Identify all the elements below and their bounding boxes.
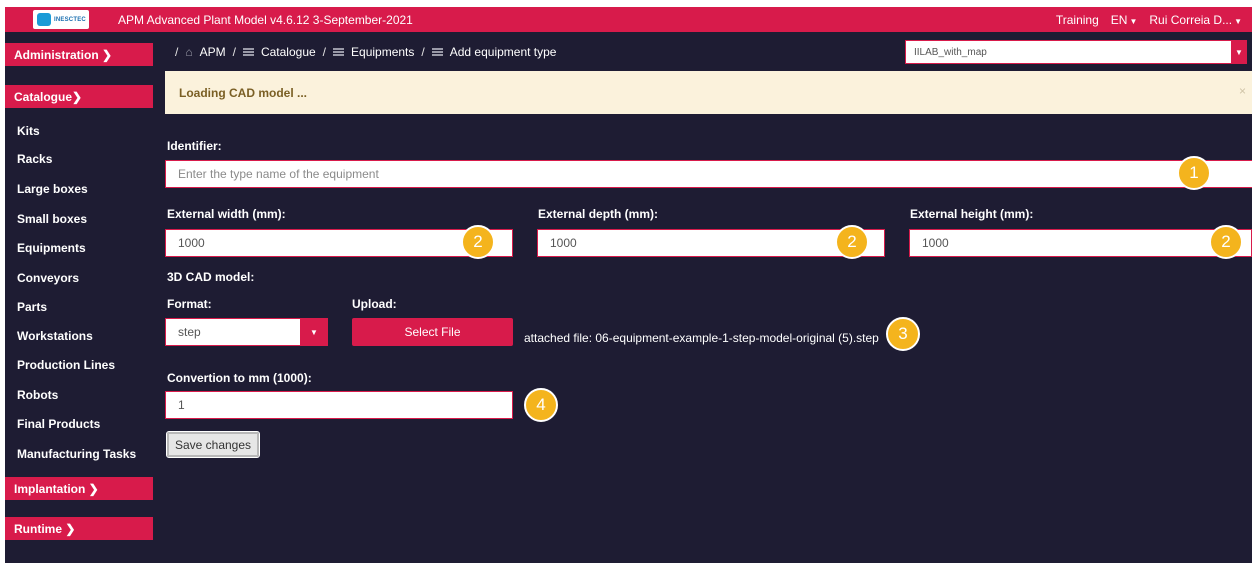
identifier-input[interactable]: Enter the type name of the equipment [165,160,1252,188]
user-name: Rui Correia D... [1149,13,1233,27]
format-label: Format: [167,297,212,311]
app-window: INESCTEC APM Advanced Plant Model v4.6.1… [5,7,1252,563]
breadcrumb-separator: / [421,45,425,59]
app-title: APM Advanced Plant Model v4.6.12 3-Septe… [118,13,413,27]
convertion-label: Convertion to mm (1000): [167,371,312,385]
sidebar-runtime[interactable]: Runtime ❯ [5,517,153,540]
sidebar-item-racks[interactable]: Racks [17,152,52,166]
annotation-badge-2-width: 2 [461,225,495,259]
list-icon [333,48,345,56]
annotation-badge-3: 3 [886,317,920,351]
depth-label: External depth (mm): [538,207,659,221]
caret-down-icon: ▼ [1129,17,1138,26]
site-select-value: IILAB_with_map [914,46,987,58]
annotation-badge-2-height: 2 [1209,225,1243,259]
user-dropdown[interactable]: Rui Correia D... ▼ [1149,13,1242,27]
width-label: External width (mm): [167,207,286,221]
close-icon[interactable]: × [1239,84,1246,98]
sidebar-item-final-products[interactable]: Final Products [17,417,100,431]
caret-down-icon: ▼ [1234,17,1242,26]
sidebar-implantation[interactable]: Implantation ❯ [5,477,153,500]
breadcrumb: / ⌂ APM / Catalogue / Equipments / Add e… [175,45,556,59]
height-label: External height (mm): [910,207,1034,221]
breadcrumb-separator: / [232,45,236,59]
list-icon [242,48,254,56]
language-dropdown[interactable]: EN ▼ [1111,13,1138,27]
identifier-label: Identifier: [167,139,222,153]
caret-down-icon[interactable]: ▼ [300,318,328,346]
top-bar: INESCTEC APM Advanced Plant Model v4.6.1… [5,7,1252,32]
list-icon [431,48,443,56]
logo-text: INESCTEC [54,16,86,23]
caret-down-icon[interactable]: ▼ [1231,40,1247,64]
attached-file-text: attached file: 06-equipment-example-1-st… [524,331,879,345]
format-select-value: step [178,325,201,339]
sidebar-item-robots[interactable]: Robots [17,388,58,402]
convertion-input[interactable]: 1 [165,391,513,419]
sidebar-item-conveyors[interactable]: Conveyors [17,271,79,285]
sidebar-item-kits[interactable]: Kits [17,124,40,138]
sidebar-item-workstations[interactable]: Workstations [17,329,93,343]
upload-label: Upload: [352,297,397,311]
format-select[interactable]: step ▼ [165,318,328,346]
home-icon: ⌂ [185,45,193,59]
cad-model-label: 3D CAD model: [167,270,255,284]
inesctec-logo[interactable]: INESCTEC [33,10,89,29]
sidebar-item-manufacturing-tasks[interactable]: Manufacturing Tasks [17,447,136,461]
language-label: EN [1110,13,1128,27]
sidebar-administration[interactable]: Administration ❯ [5,43,153,66]
select-file-button[interactable]: Select File [352,318,513,346]
breadcrumb-apm[interactable]: APM [200,45,226,59]
loading-alert: Loading CAD model ... × [165,71,1252,114]
breadcrumb-equipments[interactable]: Equipments [351,45,414,59]
topbar-right: Training EN ▼ Rui Correia D... ▼ [1056,13,1242,27]
sidebar-item-equipments[interactable]: Equipments [17,241,86,255]
annotation-badge-1: 1 [1177,156,1211,190]
depth-input[interactable]: 1000 [537,229,885,257]
sidebar-item-small-boxes[interactable]: Small boxes [17,212,87,226]
sidebar-item-parts[interactable]: Parts [17,300,47,314]
breadcrumb-current: Add equipment type [449,45,557,59]
site-select[interactable]: IILAB_with_map ▼ [905,40,1247,64]
breadcrumb-separator: / [322,45,327,59]
alert-message: Loading CAD model ... [179,85,307,100]
breadcrumb-catalogue[interactable]: Catalogue [261,45,316,59]
breadcrumb-separator: / [175,45,179,59]
save-changes-button[interactable]: Save changes [166,431,260,458]
sidebar-item-production-lines[interactable]: Production Lines [17,358,115,372]
annotation-badge-2-depth: 2 [835,225,869,259]
sidebar-catalogue[interactable]: Catalogue❯ [5,85,153,108]
annotation-badge-4: 4 [524,388,558,422]
height-input[interactable]: 1000 [909,229,1252,257]
logo-mark-icon [37,13,51,26]
sidebar-item-large-boxes[interactable]: Large boxes [17,182,88,196]
training-link[interactable]: Training [1056,13,1099,27]
